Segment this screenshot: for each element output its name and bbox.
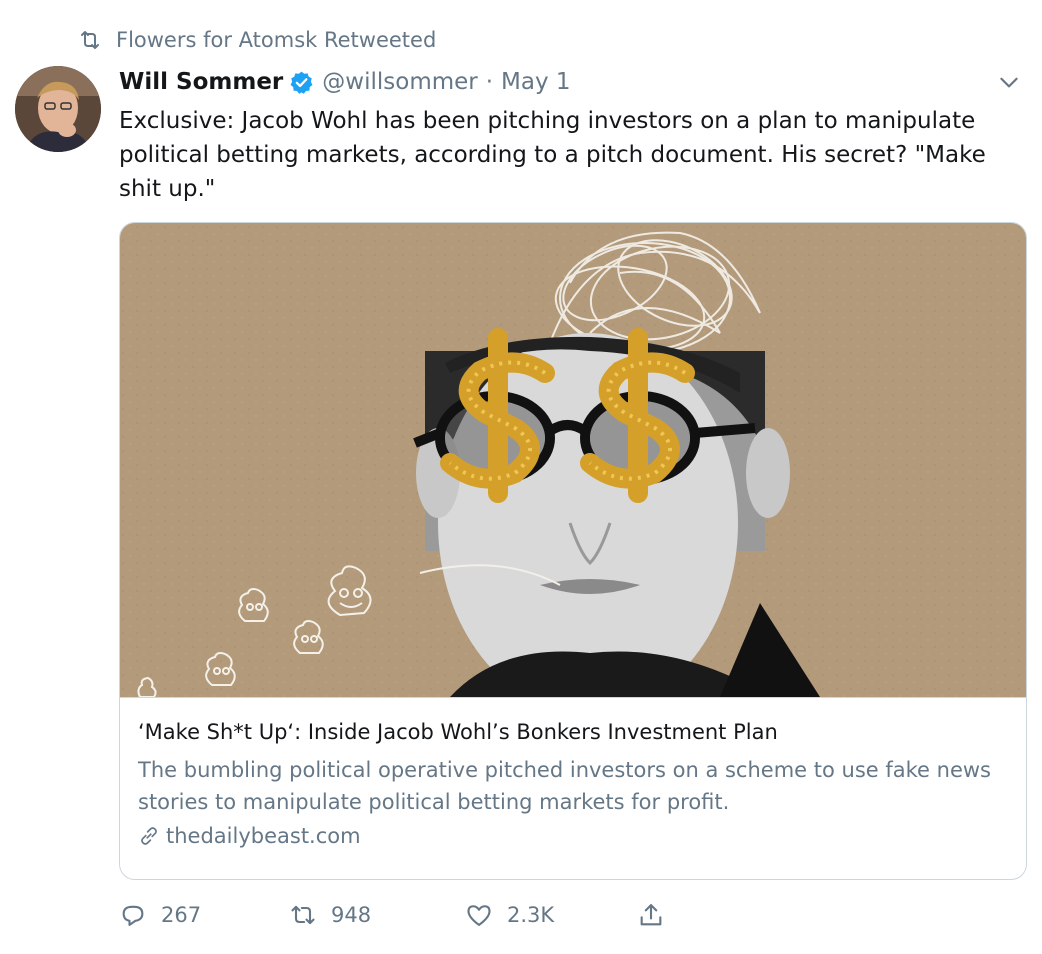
author-handle[interactable]: @willsommer [322,69,477,95]
card-illustration [120,223,1026,713]
reply-count: 267 [161,903,202,927]
link-card[interactable]: ‘Make Sh*t Up‘: Inside Jacob Wohl’s Bonk… [119,222,1027,880]
like-button[interactable]: 2.3K [465,901,637,929]
tweet-header: Will Sommer @willsommer · May 1 [119,64,1022,100]
chevron-down-icon[interactable] [996,69,1022,95]
share-button[interactable] [637,901,665,929]
card-title[interactable]: ‘Make Sh*t Up‘: Inside Jacob Wohl’s Bonk… [138,718,1008,746]
card-domain[interactable]: thedailybeast.com [138,824,1008,848]
like-count: 2.3K [507,903,555,927]
avatar-photo [15,66,101,152]
reply-button[interactable]: 267 [119,901,289,929]
link-icon [141,827,157,845]
retweet-icon [291,905,315,925]
separator-dot: · [485,69,494,95]
tweet-text: Exclusive: Jacob Wohl has been pitching … [119,108,986,202]
retweet-button[interactable]: 948 [289,901,465,929]
tweet-date[interactable]: May 1 [501,69,571,95]
heart-icon [467,905,491,926]
tweet-actions: 267 948 2.3K [119,895,665,935]
card-description: The bumbling political operative pitched… [138,758,991,814]
verified-badge-icon [290,71,313,94]
card-image[interactable] [120,223,1026,713]
retweet-context: Flowers for Atomsk Retweeted [78,28,436,52]
retweet-icon [81,31,99,49]
card-domain-text: thedailybeast.com [166,824,361,848]
reply-icon [122,905,144,926]
avatar[interactable] [15,66,101,152]
tweet[interactable]: Flowers for Atomsk Retweeted Will Sommer… [0,0,1042,954]
retweet-count: 948 [331,903,372,927]
retweet-context-text[interactable]: Flowers for Atomsk Retweeted [116,28,436,52]
share-icon [640,904,662,926]
card-body[interactable]: ‘Make Sh*t Up‘: Inside Jacob Wohl’s Bonk… [120,697,1026,879]
author-name[interactable]: Will Sommer [119,69,283,95]
